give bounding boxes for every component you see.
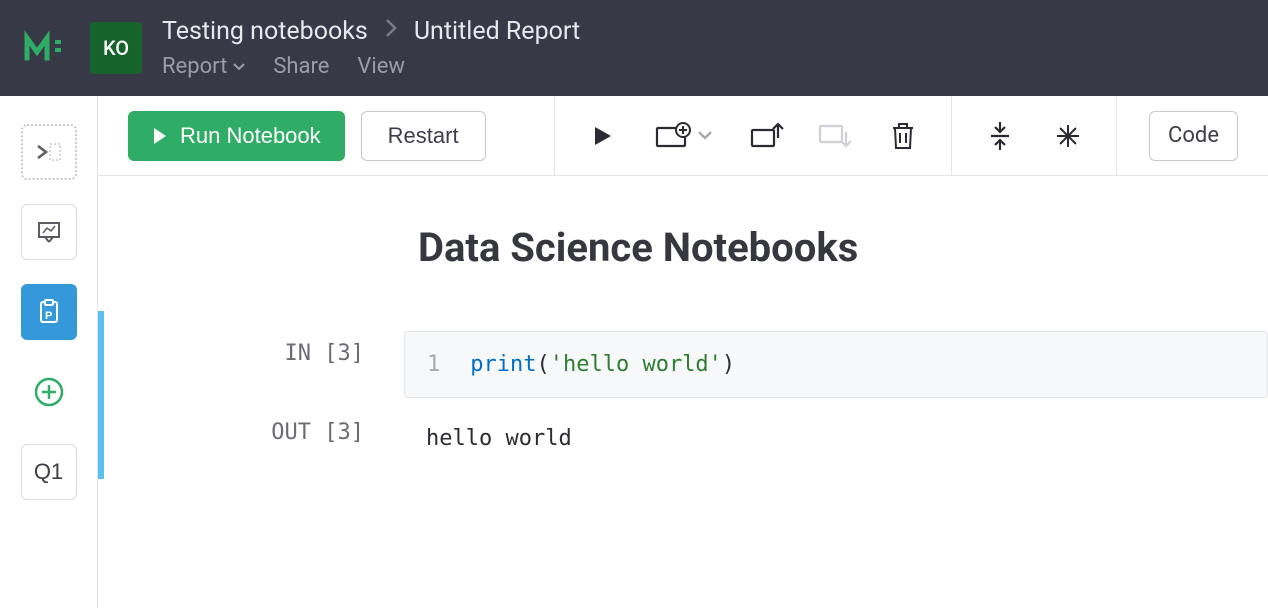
- sparkle-icon: [1054, 122, 1082, 150]
- workspace-badge[interactable]: KO: [90, 22, 142, 74]
- top-bar: KO Testing notebooks Untitled Report Rep…: [0, 0, 1268, 96]
- cell-down-icon: [818, 122, 852, 150]
- play-icon: [592, 124, 614, 148]
- cell-in-label: IN [3]: [285, 341, 364, 366]
- cell-down-button[interactable]: [809, 111, 861, 161]
- sidebar-report-button[interactable]: P: [21, 284, 77, 340]
- line-number: 1: [427, 352, 440, 377]
- sidebar-presentation-button[interactable]: [21, 204, 77, 260]
- caret-down-icon: [233, 63, 245, 71]
- content-area: Run Notebook Restart: [98, 96, 1268, 608]
- run-notebook-button[interactable]: Run Notebook: [128, 111, 345, 161]
- toolbar-separator: [951, 96, 952, 176]
- cell-up-icon: [750, 122, 784, 150]
- toolbar-separator: [554, 96, 555, 176]
- toolbar-separator: [1116, 96, 1117, 176]
- menu-report[interactable]: Report: [162, 54, 245, 79]
- toolbar: Run Notebook Restart: [98, 96, 1268, 176]
- svg-text:P: P: [45, 310, 52, 322]
- cell-out-label: OUT [3]: [271, 420, 364, 445]
- plus-circle-icon: [33, 376, 65, 408]
- notebook-area: Data Science Notebooks IN [3] OUT [3] 1 …: [98, 176, 1268, 608]
- left-sidebar: P Q1: [0, 96, 98, 608]
- collapse-button[interactable]: [974, 111, 1026, 161]
- cell-up-button[interactable]: [741, 111, 793, 161]
- add-cell-icon: [655, 122, 715, 150]
- delete-cell-button[interactable]: [877, 111, 929, 161]
- run-cell-button[interactable]: [577, 111, 629, 161]
- restart-button[interactable]: Restart: [361, 111, 486, 161]
- app-logo[interactable]: [20, 23, 70, 73]
- breadcrumb: Testing notebooks Untitled Report: [162, 17, 580, 46]
- sidebar-query-button[interactable]: Q1: [21, 444, 77, 500]
- chevron-right-icon: [384, 17, 398, 46]
- trash-icon: [890, 121, 916, 151]
- code-content: print('hello world'): [470, 352, 735, 377]
- menu-share[interactable]: Share: [273, 54, 329, 79]
- cell-output: hello world: [404, 398, 1268, 459]
- presentation-icon: [35, 218, 63, 246]
- add-cell-button[interactable]: [645, 111, 725, 161]
- code-input[interactable]: 1 print('hello world'): [404, 331, 1268, 398]
- cell-type-select[interactable]: Code: [1149, 111, 1238, 161]
- play-icon: [152, 127, 168, 145]
- header-submenu: Report Share View: [162, 54, 580, 79]
- expand-button[interactable]: [1042, 111, 1094, 161]
- notebook-title[interactable]: Data Science Notebooks: [98, 176, 1268, 311]
- menu-view[interactable]: View: [357, 54, 405, 79]
- breadcrumb-parent[interactable]: Testing notebooks: [162, 17, 368, 46]
- prompt-icon: [34, 140, 64, 164]
- breadcrumb-current[interactable]: Untitled Report: [414, 17, 580, 46]
- report-icon: P: [35, 298, 63, 326]
- sidebar-code-cell-button[interactable]: [21, 124, 77, 180]
- collapse-icon: [987, 120, 1013, 152]
- sidebar-add-button[interactable]: [21, 364, 77, 420]
- notebook-cell[interactable]: IN [3] OUT [3] 1 print('hello world') he…: [98, 311, 1268, 479]
